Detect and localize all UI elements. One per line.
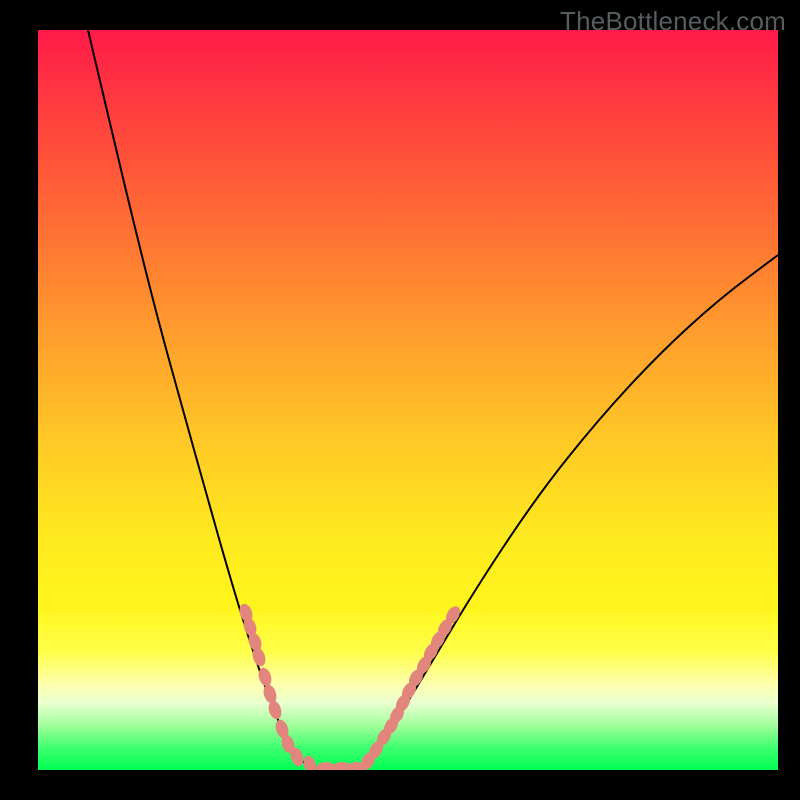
- curve-right: [358, 255, 778, 768]
- data-bead: [266, 699, 283, 721]
- curve-layer: [38, 30, 778, 770]
- data-bead: [301, 754, 318, 770]
- curve-left: [88, 30, 318, 768]
- bead-group: [237, 602, 463, 770]
- plot-area: [38, 30, 778, 770]
- chart-frame: TheBottleneck.com: [0, 0, 800, 800]
- data-bead: [261, 683, 278, 705]
